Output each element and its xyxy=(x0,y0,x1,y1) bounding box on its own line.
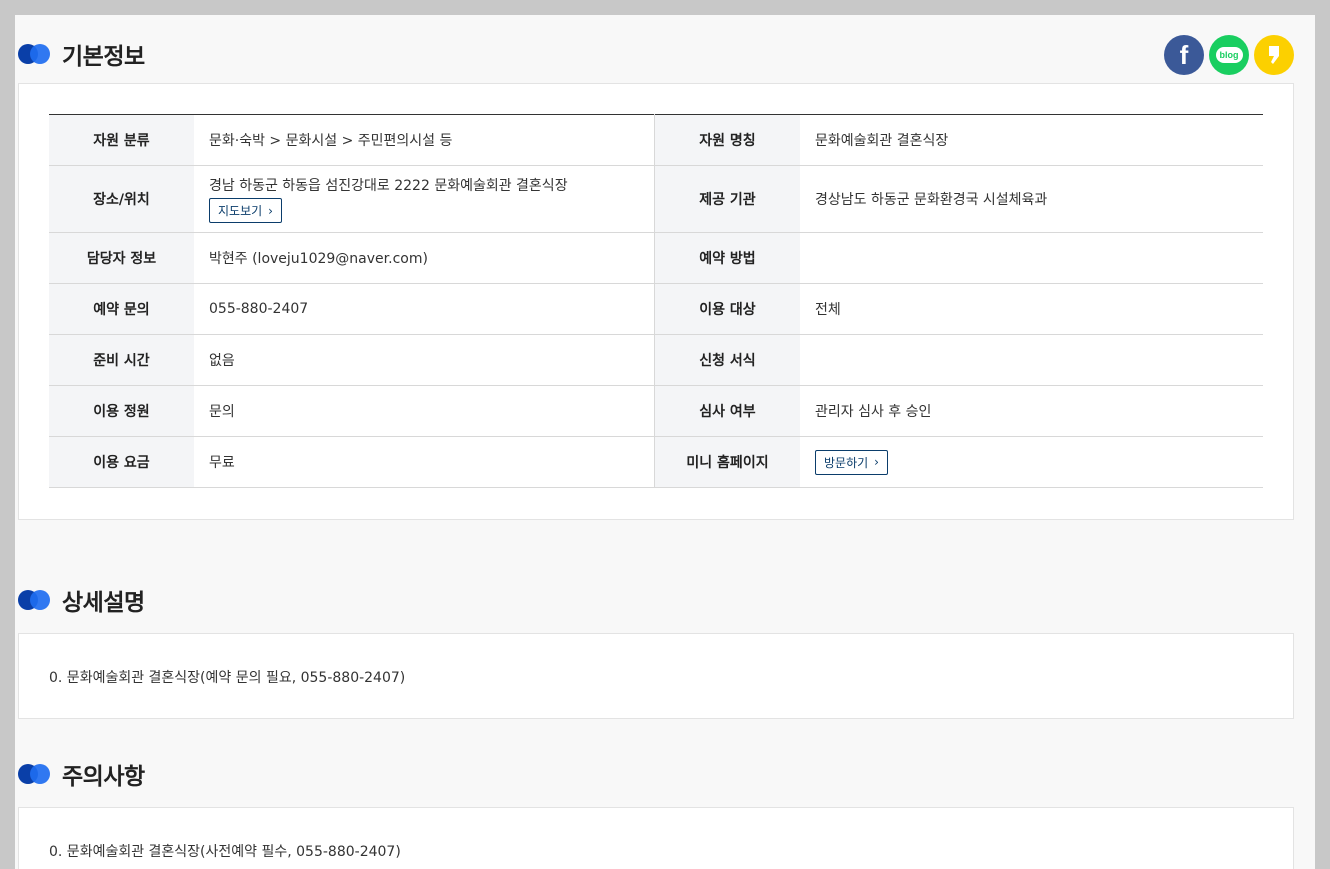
location-label: 장소/위치 xyxy=(49,165,194,233)
resource-name-value: 문화예술회관 결혼식장 xyxy=(800,114,1263,166)
map-view-button[interactable]: 지도보기 › xyxy=(209,198,282,223)
detail-title: 상세설명 xyxy=(62,590,145,616)
basic-info-table: 자원 분류 문화·숙박 > 문화시설 > 주민편의시설 등 자원 명칭 문화예술… xyxy=(49,114,1263,488)
table-row: 자원 분류 문화·숙박 > 문화시설 > 주민편의시설 등 자원 명칭 문화예술… xyxy=(49,114,1263,166)
application-form-value xyxy=(800,334,1263,386)
share-bar: f blog xyxy=(1164,35,1294,75)
capacity-value: 문의 xyxy=(194,385,655,437)
kakao-story-icon xyxy=(1269,46,1279,64)
map-view-label: 지도보기 xyxy=(218,204,263,218)
table-row: 담당자 정보 박현주 (loveju1029@naver.com) 예약 방법 xyxy=(49,232,1263,284)
contact-label: 담당자 정보 xyxy=(49,232,194,284)
section-bullet-icon xyxy=(18,590,52,610)
notice-title: 주의사항 xyxy=(62,764,145,790)
table-row: 이용 요금 무료 미니 홈페이지 방문하기 › xyxy=(49,436,1263,488)
basic-info-panel: 자원 분류 문화·숙박 > 문화시설 > 주민편의시설 등 자원 명칭 문화예술… xyxy=(18,83,1294,520)
section-bullet-icon xyxy=(18,764,52,784)
notice-panel: 0. 문화예술회관 결혼식장(사전예약 필수, 055-880-2407) xyxy=(18,807,1294,869)
reserve-inquiry-label: 예약 문의 xyxy=(49,283,194,335)
resource-name-label: 자원 명칭 xyxy=(654,114,800,166)
chevron-right-icon: › xyxy=(874,455,879,469)
category-label: 자원 분류 xyxy=(49,114,194,166)
review-label: 심사 여부 xyxy=(654,385,800,437)
prep-time-value: 없음 xyxy=(194,334,655,386)
table-row: 장소/위치 경남 하동군 하동읍 섬진강대로 2222 문화예술회관 결혼식장 … xyxy=(49,165,1263,233)
reserve-method-label: 예약 방법 xyxy=(654,232,800,284)
category-value: 문화·숙박 > 문화시설 > 주민편의시설 등 xyxy=(194,114,655,166)
location-cell: 경남 하동군 하동읍 섬진강대로 2222 문화예술회관 결혼식장 지도보기 › xyxy=(194,165,655,233)
facebook-share-icon[interactable]: f xyxy=(1164,35,1204,75)
target-label: 이용 대상 xyxy=(654,283,800,335)
notice-heading: 주의사항 xyxy=(18,757,145,791)
visit-label: 방문하기 xyxy=(824,455,869,470)
review-value: 관리자 심사 후 승인 xyxy=(800,385,1263,437)
page: 기본정보 f blog 자원 분류 문화·숙박 > 문화시설 > 주민편의시설 … xyxy=(15,15,1315,869)
application-form-label: 신청 서식 xyxy=(654,334,800,386)
provider-value: 경상남도 하동군 문화환경국 시설체육과 xyxy=(800,165,1263,233)
basic-info-heading: 기본정보 xyxy=(18,37,145,71)
location-value: 경남 하동군 하동읍 섬진강대로 2222 문화예술회관 결혼식장 xyxy=(209,178,568,194)
contact-value: 박현주 (loveju1029@naver.com) xyxy=(194,232,655,284)
detail-heading: 상세설명 xyxy=(18,583,145,617)
reserve-method-value xyxy=(800,232,1263,284)
fee-value: 무료 xyxy=(194,436,655,488)
prep-time-label: 준비 시간 xyxy=(49,334,194,386)
kakao-share-icon[interactable] xyxy=(1254,35,1294,75)
table-row: 준비 시간 없음 신청 서식 xyxy=(49,334,1263,386)
section-bullet-icon xyxy=(18,44,52,64)
detail-panel: 0. 문화예술회관 결혼식장(예약 문의 필요, 055-880-2407) xyxy=(18,633,1294,719)
chevron-right-icon: › xyxy=(268,203,273,218)
blog-glyph: blog xyxy=(1215,47,1243,63)
facebook-glyph: f xyxy=(1179,39,1189,70)
table-row: 예약 문의 055-880-2407 이용 대상 전체 xyxy=(49,283,1263,335)
visit-homepage-button[interactable]: 방문하기 › xyxy=(815,449,888,475)
table-row: 이용 정원 문의 심사 여부 관리자 심사 후 승인 xyxy=(49,385,1263,437)
target-value: 전체 xyxy=(800,283,1263,335)
blog-share-icon[interactable]: blog xyxy=(1209,35,1249,75)
notice-text: 0. 문화예술회관 결혼식장(사전예약 필수, 055-880-2407) xyxy=(49,844,401,860)
reserve-inquiry-value: 055-880-2407 xyxy=(194,283,655,335)
homepage-cell: 방문하기 › xyxy=(800,436,1263,488)
homepage-label: 미니 홈페이지 xyxy=(654,436,800,488)
capacity-label: 이용 정원 xyxy=(49,385,194,437)
provider-label: 제공 기관 xyxy=(654,165,800,233)
basic-info-title: 기본정보 xyxy=(62,44,145,70)
fee-label: 이용 요금 xyxy=(49,436,194,488)
detail-text: 0. 문화예술회관 결혼식장(예약 문의 필요, 055-880-2407) xyxy=(49,670,406,686)
